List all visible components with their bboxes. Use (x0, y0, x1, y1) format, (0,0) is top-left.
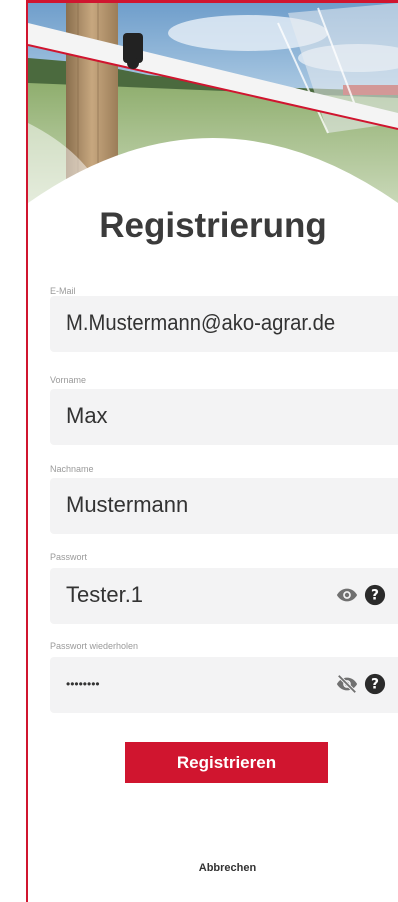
registration-screen: Registrierung E-Mail M.Mustermann@ako-ag… (0, 0, 398, 902)
lastname-field: Nachname Mustermann (50, 464, 398, 540)
email-label: E-Mail (50, 286, 76, 296)
firstname-value: Max (66, 403, 108, 428)
svg-text:?: ? (371, 588, 379, 604)
page-title: Registrierung (99, 206, 327, 245)
firstname-label: Vorname (50, 375, 87, 385)
eye-off-icon[interactable] (336, 673, 358, 695)
firstname-input[interactable]: Max (50, 389, 398, 445)
cancel-button[interactable]: Abbrechen (180, 862, 275, 880)
password-value: Tester.1 (66, 582, 144, 607)
password-repeat-field: Passwort wiederholen •••••••• ? (50, 641, 398, 717)
password-repeat-value: •••••••• (66, 677, 100, 691)
password-label: Passwort (50, 552, 88, 562)
email-value: M.Mustermann@ako-agrar.de (66, 310, 336, 335)
header-image (28, 3, 398, 203)
lastname-value: Mustermann (66, 492, 189, 517)
eye-icon[interactable] (336, 584, 358, 606)
svg-text:?: ? (371, 677, 379, 693)
lastname-label: Nachname (50, 464, 94, 474)
frame-border-left (26, 0, 28, 902)
password-repeat-input[interactable]: •••••••• ? (50, 657, 398, 713)
email-input[interactable]: M.Mustermann@ako-agrar.de (50, 296, 398, 352)
password-repeat-label: Passwort wiederholen (50, 641, 139, 651)
help-icon[interactable]: ? (364, 584, 386, 606)
help-icon[interactable]: ? (364, 673, 386, 695)
register-button[interactable]: Registrieren (125, 742, 328, 783)
password-field: Passwort Tester.1 ? (50, 552, 398, 628)
lastname-input[interactable]: Mustermann (50, 478, 398, 534)
email-field: E-Mail M.Mustermann@ako-agrar.de (50, 286, 398, 362)
password-input[interactable]: Tester.1 ? (50, 568, 398, 624)
frame-border-top (26, 0, 398, 3)
firstname-field: Vorname Max (50, 375, 398, 451)
